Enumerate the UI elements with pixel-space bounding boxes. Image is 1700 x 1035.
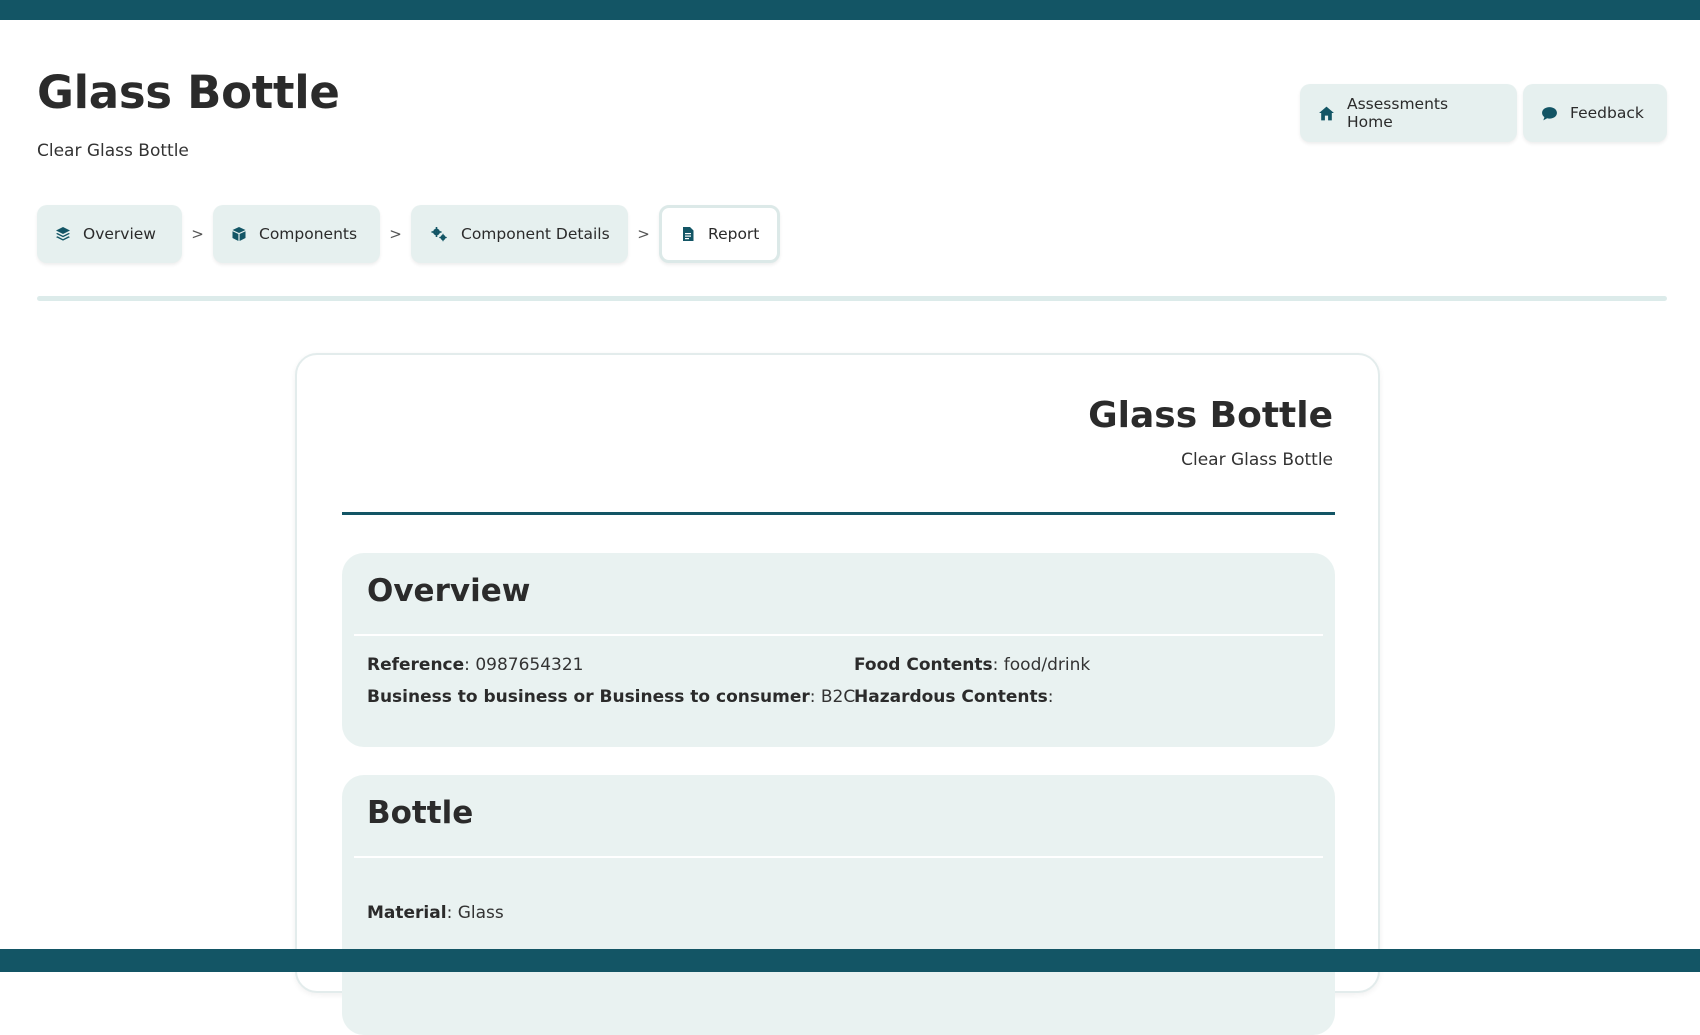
step-overview[interactable]: Overview	[37, 205, 182, 263]
reference-field: Reference: 0987654321	[367, 655, 584, 675]
feedback-button[interactable]: Feedback	[1523, 84, 1667, 142]
food-contents-field: Food Contents: food/drink	[854, 655, 1091, 675]
hazardous-contents-field: Hazardous Contents:	[854, 687, 1054, 707]
box-icon	[232, 227, 246, 241]
overview-heading: Overview	[367, 573, 531, 609]
report-title: Glass Bottle	[1088, 395, 1333, 436]
step-label: Component Details	[461, 225, 610, 243]
feedback-label: Feedback	[1570, 104, 1644, 122]
page-title: Glass Bottle	[37, 66, 340, 119]
report-subtitle: Clear Glass Bottle	[1181, 450, 1333, 470]
overview-section: Overview Reference: 0987654321 Business …	[342, 553, 1335, 747]
assessments-home-label: Assessments Home	[1347, 95, 1449, 131]
food-contents-value: food/drink	[1003, 655, 1091, 675]
material-field: Material: Glass	[367, 903, 504, 923]
step-component-details[interactable]: Component Details	[411, 205, 628, 263]
section-divider	[354, 634, 1323, 636]
report-card: Glass Bottle Clear Glass Bottle Overview…	[295, 353, 1380, 1035]
step-label: Overview	[83, 225, 156, 243]
step-separator: >	[389, 225, 402, 243]
assessments-home-button[interactable]: Assessments Home	[1300, 84, 1517, 142]
step-navigation: Overview > Components > Component Detail…	[37, 205, 780, 263]
section-divider	[354, 856, 1323, 858]
material-value: Glass	[457, 903, 504, 923]
page-subtitle: Clear Glass Bottle	[37, 141, 189, 161]
step-components[interactable]: Components	[213, 205, 380, 263]
step-label: Report	[708, 225, 760, 243]
step-label: Components	[259, 225, 358, 243]
reference-value: 0987654321	[475, 655, 584, 675]
bottle-section: Bottle Material: Glass	[342, 775, 1335, 1035]
layers-icon	[56, 227, 70, 241]
home-icon	[1319, 106, 1334, 120]
step-separator: >	[637, 225, 650, 243]
reference-label: Reference	[367, 655, 465, 675]
hazardous-contents-label: Hazardous Contents	[854, 687, 1048, 707]
gears-icon	[431, 227, 447, 242]
b2b-value: B2C	[820, 687, 856, 707]
bottom-bar	[0, 949, 1700, 972]
top-bar	[0, 0, 1700, 20]
bottle-heading: Bottle	[367, 795, 474, 831]
food-contents-label: Food Contents	[854, 655, 993, 675]
b2b-field: Business to business or Business to cons…	[367, 687, 856, 707]
file-icon	[683, 227, 694, 241]
step-separator: >	[191, 225, 204, 243]
b2b-label: Business to business or Business to cons…	[367, 687, 810, 707]
report-divider	[342, 512, 1335, 515]
material-label: Material	[367, 903, 447, 923]
top-actions: Assessments Home Feedback	[1300, 84, 1667, 142]
header-divider	[37, 296, 1667, 301]
step-report[interactable]: Report	[659, 205, 780, 263]
comment-icon	[1542, 106, 1557, 120]
